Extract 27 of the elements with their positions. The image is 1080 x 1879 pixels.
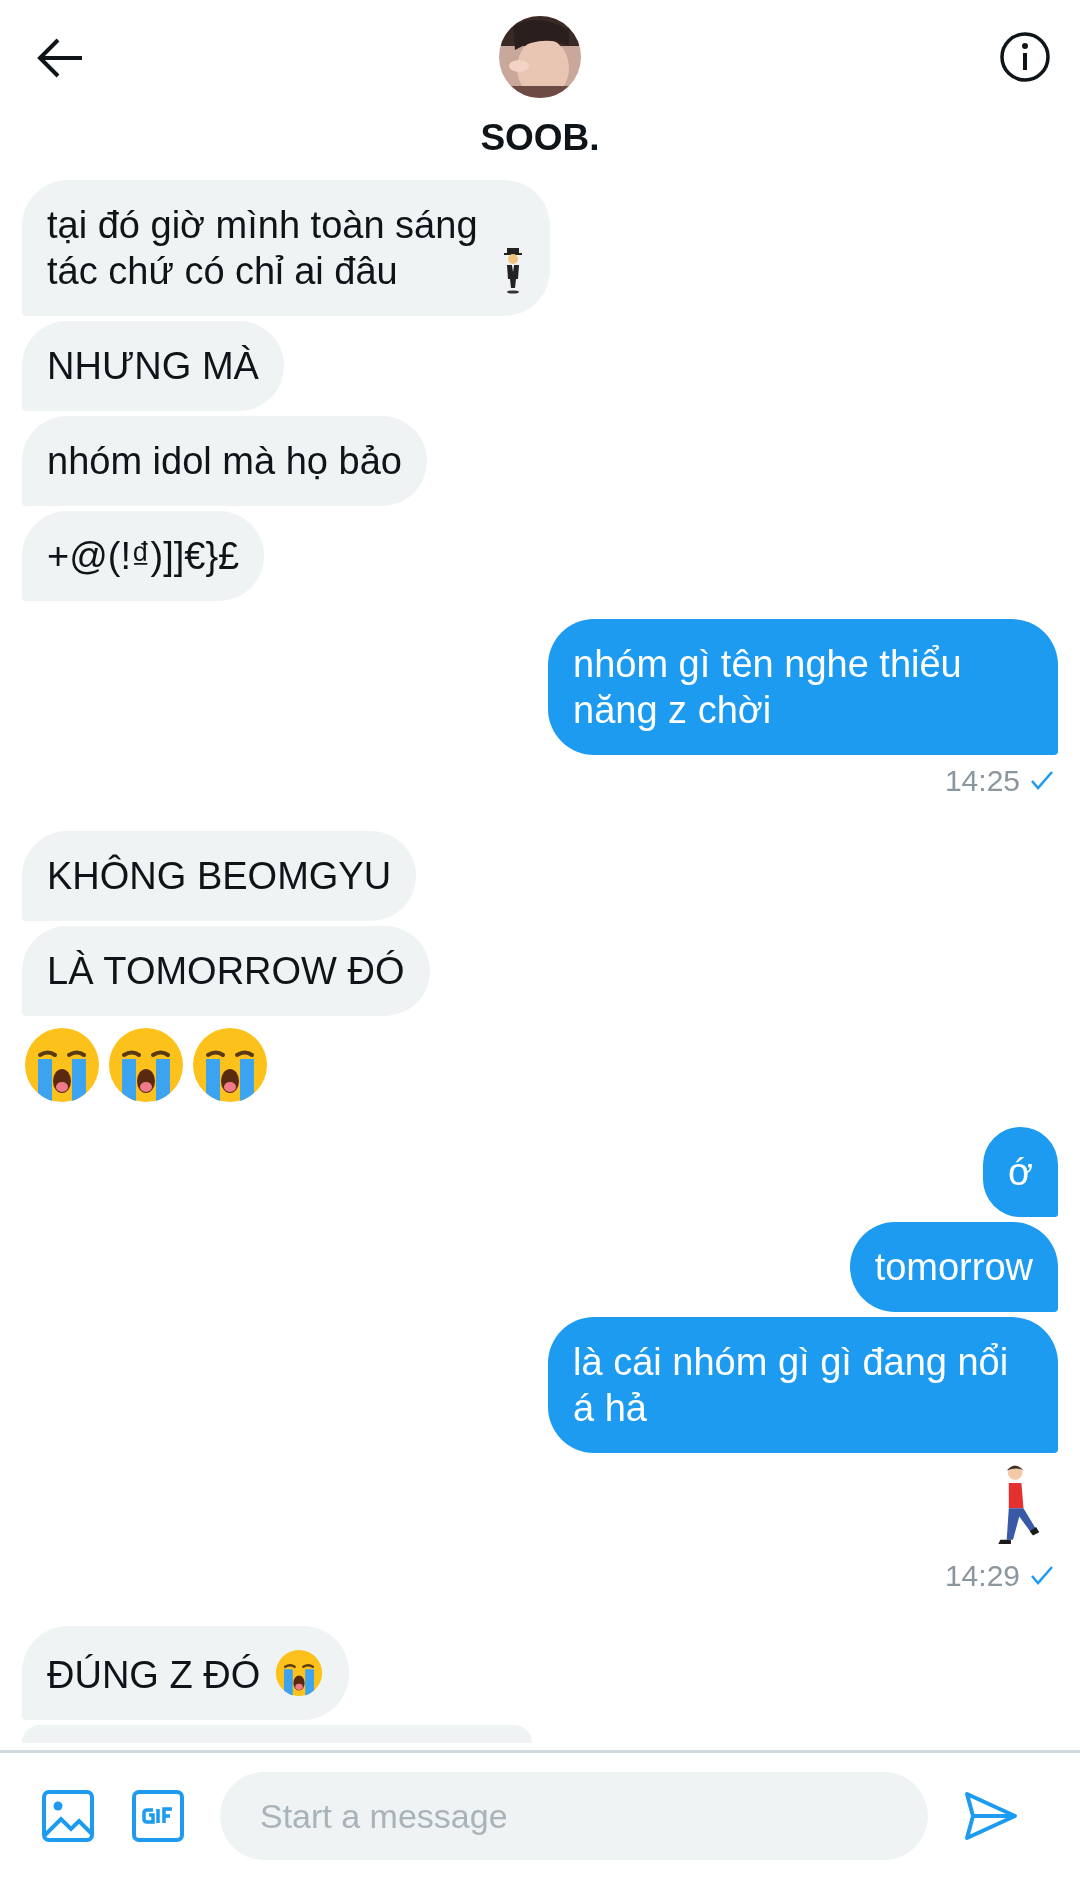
message-bubble: tomorrow <box>849 1222 1058 1312</box>
crying-face-icon <box>274 1648 325 1698</box>
back-arrow-icon <box>36 38 84 78</box>
contact-name: SOOB. <box>479 116 601 160</box>
crying-face-icon <box>106 1025 186 1105</box>
message-time: 14:25 <box>944 762 1020 799</box>
message-text: ĐÚNG Z ĐÓ <box>47 1653 261 1698</box>
message-bubble: KHÔNG BEOMGYU <box>22 831 417 921</box>
image-button[interactable] <box>40 1788 96 1844</box>
message-bubble: NHƯNG MÀ <box>22 321 284 411</box>
image-icon <box>41 1789 95 1843</box>
crying-face-icon <box>22 1025 102 1105</box>
message-bubble: +@(!₫)]]€}£ <box>22 511 265 601</box>
info-button[interactable] <box>998 30 1052 84</box>
message-bubble: LÀ TOMORROW ĐÓ <box>22 926 430 1016</box>
message-bubble: ớ <box>983 1127 1058 1217</box>
send-icon <box>964 1791 1018 1841</box>
gif-button[interactable] <box>130 1788 186 1844</box>
levitating-man-icon <box>501 246 525 294</box>
gif-icon <box>131 1789 185 1843</box>
message-field[interactable]: Start a message <box>220 1772 928 1860</box>
message-bubble: nhóm gì tên nghe thiểu năng z chời <box>548 619 1058 755</box>
message-bubble: là cái nhóm gì gì đang nổi á hả <box>548 1317 1058 1453</box>
message-text: tại đó giờ mình toàn sáng tác chứ có chỉ ai đâu <box>47 203 479 294</box>
message-bubble: nhóm idol mà họ bảo <box>22 416 427 506</box>
message-time: 14:29 <box>944 1557 1020 1594</box>
info-icon <box>999 31 1051 83</box>
